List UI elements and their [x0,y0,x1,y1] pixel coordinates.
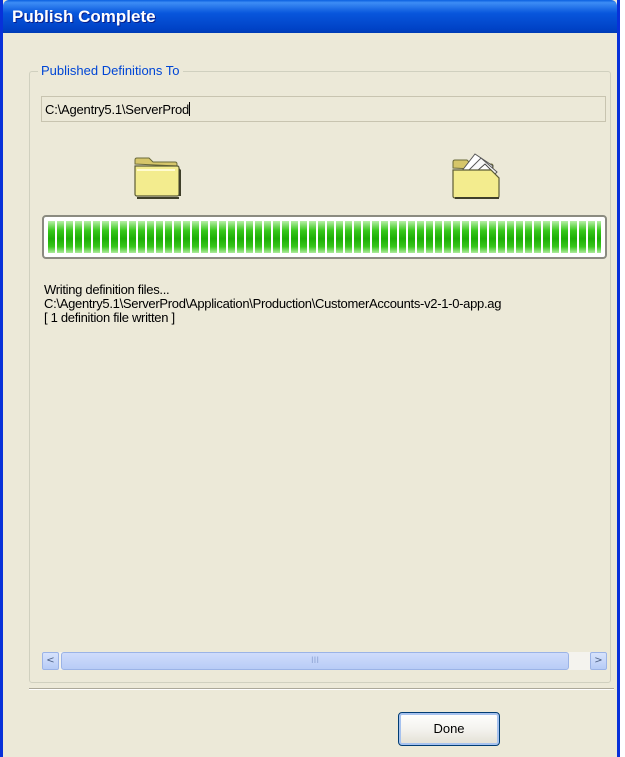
log-line: C:\Agentry5.1\ServerProd\Application\Pro… [44,296,502,311]
published-definitions-group [29,71,611,683]
chevron-left-icon: < [46,655,55,666]
title-bar[interactable]: Publish Complete [3,0,617,33]
scroll-left-button[interactable]: < [42,652,59,670]
closed-folder-icon [134,157,181,199]
window-title: Publish Complete [12,7,156,26]
scroll-right-button[interactable]: > [590,652,607,670]
log-line: Writing definition files... [44,283,170,297]
destination-path-field[interactable]: C:\Agentry5.1\ServerProd [41,96,606,122]
chevron-right-icon: > [594,655,603,666]
grip-icon: III [311,656,319,666]
scrollbar-thumb[interactable]: III [61,652,569,670]
open-folder-with-documents-icon [452,153,500,199]
footer-divider [29,688,614,690]
progress-track [48,221,601,253]
horizontal-scrollbar[interactable]: < III > [42,652,607,670]
done-button[interactable]: Done [398,712,500,746]
publish-complete-dialog: Publish Complete Published Definitions T… [0,0,620,757]
group-legend: Published Definitions To [38,63,183,78]
publish-progress-bar [42,215,607,259]
progress-fill [48,221,601,253]
log-line: [ 1 definition file written ] [44,310,175,325]
destination-path-value: C:\Agentry5.1\ServerProd [45,102,190,117]
text-caret [189,102,191,116]
publish-log: Writing definition files... C:\Agentry5.… [44,283,606,325]
